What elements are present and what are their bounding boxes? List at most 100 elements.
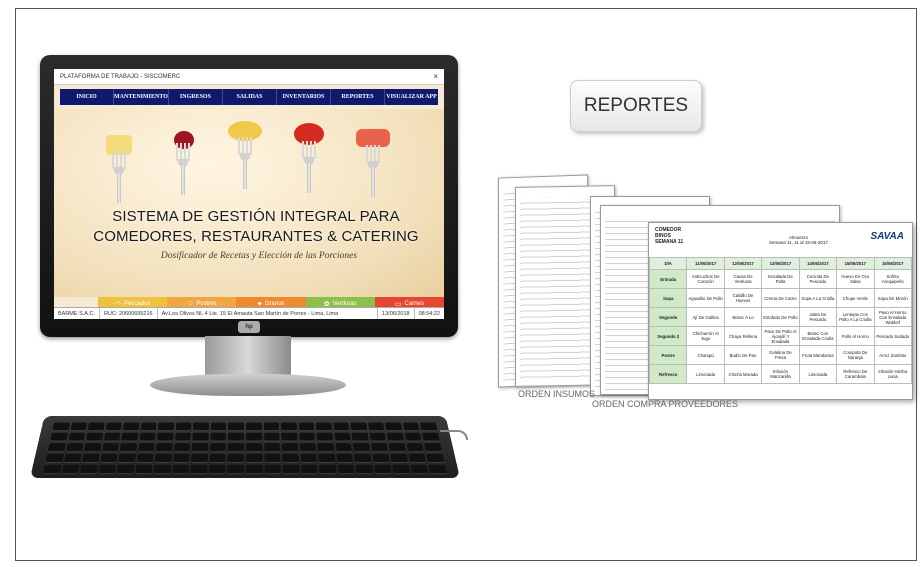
keyboard-key <box>228 422 245 432</box>
keyboard-key <box>333 422 350 432</box>
table-cell: Pavo Al Horno Con Ensalada Waldorf <box>873 307 913 327</box>
table-header-cell: 11/06/2017 <box>686 257 725 270</box>
menu-item-salidas[interactable]: SALIDAS <box>223 89 277 105</box>
keyboard-key <box>337 464 355 475</box>
keyboard-key <box>422 432 440 442</box>
menu-item-mantenimiento[interactable]: MANTENIMIENTO <box>114 89 169 105</box>
reportes-button[interactable]: REPORTES <box>570 80 702 132</box>
keyboard-key <box>85 432 103 442</box>
monitor-stand-neck <box>205 336 291 376</box>
keyboard-key <box>100 453 118 464</box>
app-screen: PLATAFORMA DE TRABAJO - SISCOMERC × INIC… <box>54 69 444 319</box>
fork-cheese-icon <box>106 129 132 203</box>
table-row: Entrada Anticuchos De Corazón Causa De Ver… <box>648 269 913 289</box>
menu-item-ingresos[interactable]: INGRESOS <box>169 89 223 105</box>
table-row: Sopa Aguadito De Pollo Caldillo De Huevos C… <box>648 288 913 308</box>
menu-item-inventarios[interactable]: INVENTARIOS <box>277 89 331 105</box>
keyboard-key <box>385 422 403 432</box>
keyboard-key <box>47 443 66 453</box>
keyboard-key <box>118 453 136 464</box>
keyboard-key <box>193 422 210 432</box>
fork-pepper-icon <box>294 119 324 193</box>
table-cell: Lentejas Con Pollo A La Criolla <box>836 307 875 327</box>
table-cell: Gelatina De Fresa <box>761 345 800 365</box>
keyboard-key <box>69 422 88 432</box>
hero-title-line2: COMEDORES, RESTAURANTES & CATERING <box>93 228 419 245</box>
keyboard-key <box>263 432 280 442</box>
keyboard-key <box>192 432 209 442</box>
table-cell: Budín De Pan <box>723 345 763 365</box>
main-menu: INICIO MANTENIMIENTO INGRESOS SALIDAS IN… <box>60 89 438 105</box>
keyboard-key <box>404 432 423 442</box>
keyboard-key <box>153 464 171 475</box>
fork-pasta-icon <box>228 115 262 189</box>
caption-orden-insumos: ORDEN INSUMOS <box>518 389 596 399</box>
keyboard-key <box>355 464 374 475</box>
keyboard-key <box>408 453 427 464</box>
savaa-logo: SAVAA <box>870 231 904 242</box>
row-label: Segundo <box>648 307 688 327</box>
keyboard-key <box>227 464 244 475</box>
keyboard-key <box>316 432 334 442</box>
caption-orden-compra-proveedores: ORDEN COMPRA PROVEEDORES <box>592 399 739 409</box>
keyboard-key <box>42 464 62 475</box>
keyboard-key <box>119 443 137 453</box>
sheet-period: Semana 11, 11 al 15-06-2017 <box>769 240 828 245</box>
table-header-cell: 14/06/2017 <box>798 257 838 270</box>
table-header-cell: 16/06/2017 <box>873 257 913 270</box>
table-cell: Jalea De Pescado <box>798 307 838 327</box>
keyboard-key <box>319 464 337 475</box>
table-cell: Infusión Hierba Luisa <box>873 364 913 384</box>
keyboard-key <box>402 422 421 432</box>
menu-report-sheet: COMEDOR BINOS SEMANA 11 Almuerzo Semana … <box>648 222 913 400</box>
table-cell: Pollo Al Horno <box>836 326 875 346</box>
table-header-cell: 12/06/2017 <box>723 257 763 270</box>
keyboard-key <box>410 464 429 475</box>
table-cell: Compota De Naranja <box>836 345 875 365</box>
close-icon[interactable]: × <box>433 72 438 81</box>
table-cell: Aguadito De Pollo <box>686 288 725 308</box>
keyboard-key <box>210 422 227 432</box>
keyboard-key <box>172 453 190 464</box>
table-header-cell: 13/06/2017 <box>761 257 800 270</box>
keyboard-key <box>370 443 389 453</box>
table-header-cell: 15/06/2017 <box>836 257 875 270</box>
table-cell: Anticuchos De Corazón <box>686 269 725 289</box>
keyboard-key <box>335 443 353 453</box>
table-cell: Limonada <box>798 364 838 384</box>
status-bar: BARME S.A.C. RUC: 20600695216 Av.Los Oli… <box>54 307 444 319</box>
keyboard-key <box>45 453 64 464</box>
keyboard-key <box>245 464 263 475</box>
keyboard-key <box>227 443 245 453</box>
menu-item-inicio[interactable]: INICIO <box>60 89 115 105</box>
keyboard-key <box>156 432 174 442</box>
keyboard-key <box>116 464 135 475</box>
menu-item-visualizar-app[interactable]: VISUALIZAR APP <box>385 89 438 105</box>
status-time: 08:54:22 <box>418 310 440 317</box>
keyboard-key <box>263 443 281 453</box>
keyboard-key <box>154 453 172 464</box>
table-header-cell: DÍA <box>648 257 688 270</box>
table-cell: Limonada <box>686 364 725 384</box>
keyboard-key <box>318 453 336 464</box>
keyboard-key <box>280 422 297 432</box>
table-row: Segundo Ají De Gallina Bistec A Lo Estofado… <box>648 307 913 327</box>
table-cell: Pavo De Pollo Al Ajonjolí Y Ensalada <box>761 326 800 346</box>
table-cell: Arroz Zambito <box>873 345 913 365</box>
keyboard-key <box>122 422 140 432</box>
table-cell: Causa De Verduras <box>723 269 763 289</box>
keyboard-key <box>406 443 425 453</box>
keyboard-key <box>298 422 315 432</box>
monitor: PLATAFORMA DE TRABAJO - SISCOMERC × INIC… <box>40 55 458 337</box>
table-cell: Infusión Manzanilla <box>761 364 800 384</box>
keyboard-key <box>424 443 443 453</box>
keyboard-key <box>350 422 368 432</box>
keyboard-key <box>50 432 68 442</box>
keyboard-key <box>336 453 354 464</box>
keyboard-key <box>67 432 86 442</box>
table-cell: Ensalada De Palta <box>761 269 800 289</box>
menu-table: DÍA 11/06/2017 12/06/2017 13/06/2017 14/06/2… <box>648 257 913 384</box>
keyboard-key <box>282 464 300 475</box>
menu-item-reportes[interactable]: REPORTES <box>331 89 385 105</box>
keyboard-key <box>157 422 175 432</box>
